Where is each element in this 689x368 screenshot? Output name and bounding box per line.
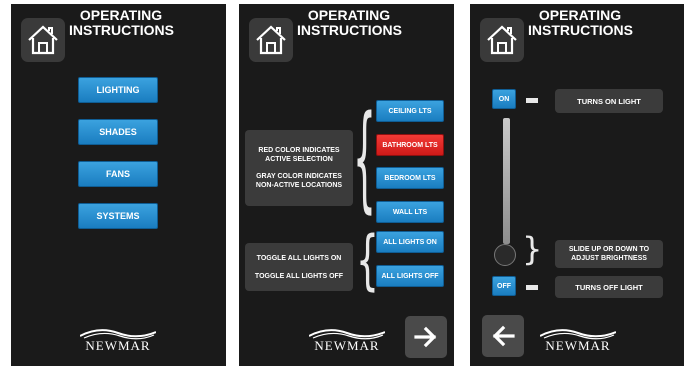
logo-text: NEWMAR [545,338,611,353]
page-title: OPERATING INSTRUCTIONS [528,7,633,38]
arrow-left-icon [492,325,515,347]
on-label: ON [498,95,510,103]
systems-label: SYSTEMS [96,211,140,221]
home-icon [487,25,517,55]
brace: { [353,94,376,226]
title-line-2: INSTRUCTIONS [528,22,633,38]
bathroom-lts-button[interactable]: BATHROOM LTS [376,134,444,156]
all-lights-on-button[interactable]: ALL LIGHTS ON [376,231,444,253]
lighting-locations-screen: OPERATING INSTRUCTIONS RED COLOR INDICAT… [239,4,454,366]
shades-label: SHADES [99,127,137,137]
newmar-logo: NEWMAR [309,326,385,356]
home-button[interactable] [21,18,65,62]
turns-off-info: TURNS OFF LIGHT [555,276,663,298]
brightness-slider-handle[interactable] [494,244,516,266]
all-lights-off-label: ALL LIGHTS OFF [381,272,439,280]
arrow-right-icon [414,326,437,348]
off-label: OFF [497,282,511,290]
info-text: TURNS OFF LIGHT [575,282,643,292]
all-lights-on-label: ALL LIGHTS ON [383,238,437,246]
page-title: OPERATING INSTRUCTIONS [297,7,402,38]
title-line-1: OPERATING [79,7,163,23]
logo-text: NEWMAR [85,338,151,353]
title-line-2: INSTRUCTIONS [297,22,402,38]
info-text: SLIDE UP OR DOWN TO [568,246,650,253]
newmar-logo: NEWMAR [540,326,616,356]
info-text: RED COLOR INDICATES [258,147,340,154]
next-button[interactable] [405,316,447,358]
slide-info: SLIDE UP OR DOWN TO ADJUST BRIGHTNESS [555,240,663,268]
wall-lts-label: WALL LTS [392,208,428,216]
bedroom-lts-label: BEDROOM LTS [384,174,436,182]
home-icon [28,25,58,55]
connector-dash [526,285,538,290]
home-icon [256,25,286,55]
turns-on-info: TURNS ON LIGHT [555,89,663,113]
title-line-1: OPERATING [307,7,391,23]
newmar-logo: NEWMAR [80,326,156,356]
info-text: TOGGLE ALL LIGHTS ON [256,254,342,262]
ceiling-lts-button[interactable]: CEILING LTS [376,100,444,122]
bedroom-lts-button[interactable]: BEDROOM LTS [376,167,444,189]
lighting-label: LIGHTING [96,85,140,95]
home-button[interactable] [249,18,293,62]
on-button[interactable]: ON [492,89,516,109]
info-text: NON-ACTIVE LOCATIONS [255,182,343,189]
back-button[interactable] [482,315,524,357]
lighting-button[interactable]: LIGHTING [78,77,158,103]
systems-button[interactable]: SYSTEMS [78,203,158,229]
info-text: TOGGLE ALL LIGHTS OFF [254,272,344,280]
logo-text: NEWMAR [314,338,380,353]
fans-label: FANS [105,169,130,179]
title-line-1: OPERATING [538,7,622,23]
fans-button[interactable]: FANS [78,161,158,187]
info-text: TURNS ON LIGHT [577,96,641,106]
bathroom-lts-label: BATHROOM LTS [382,141,438,149]
home-button[interactable] [480,18,524,62]
wall-lts-button[interactable]: WALL LTS [376,201,444,223]
page-title: OPERATING INSTRUCTIONS [69,7,174,38]
info-text: GRAY COLOR INDICATES [256,173,342,180]
info-text: ADJUST BRIGHTNESS [571,255,647,262]
all-lights-off-button[interactable]: ALL LIGHTS OFF [376,265,444,287]
info-text: ACTIVE SELECTION [265,156,333,163]
off-button[interactable]: OFF [492,276,516,296]
brightness-slider-track[interactable] [503,118,510,244]
toggle-info: TOGGLE ALL LIGHTS ON TOGGLE ALL LIGHTS O… [245,243,353,291]
shades-button[interactable]: SHADES [78,119,158,145]
title-line-2: INSTRUCTIONS [69,22,174,38]
dimmer-screen: OPERATING INSTRUCTIONS ON TURNS ON LIGHT… [470,4,684,366]
ceiling-lts-label: CEILING LTS [388,107,432,115]
brace: { [522,230,543,268]
menu-screen: OPERATING INSTRUCTIONS LIGHTING SHADES F… [11,4,226,366]
color-legend-info: RED COLOR INDICATES ACTIVE SELECTION GRA… [245,130,353,206]
connector-dash [526,98,538,103]
